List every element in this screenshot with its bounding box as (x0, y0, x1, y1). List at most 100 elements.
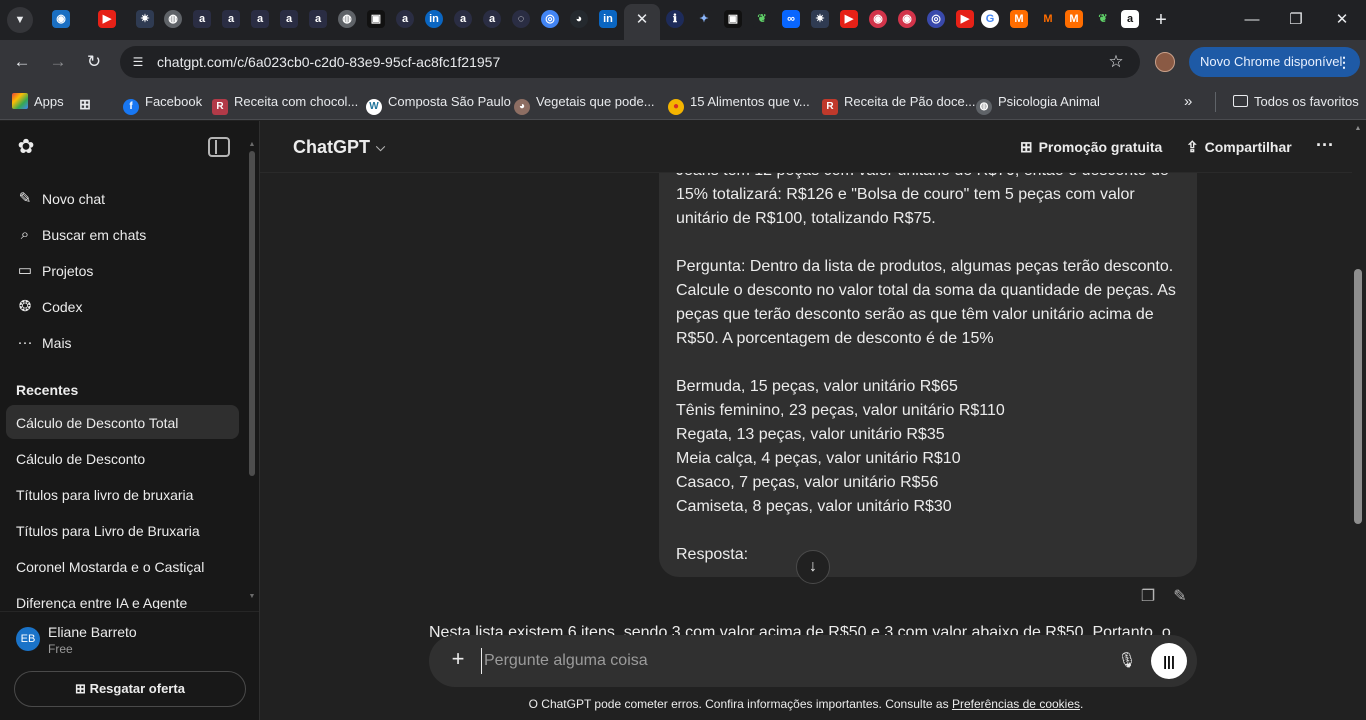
bookmark-composta[interactable]: W Composta São Paulo (366, 92, 511, 115)
a-tab-icon[interactable]: a (309, 10, 327, 28)
folder-icon: ▭ (17, 262, 33, 279)
scroll-up-arrow-icon[interactable]: ▲ (1354, 125, 1362, 133)
parrot-tab-icon[interactable]: ❦ (1094, 10, 1112, 28)
bookmark-facebook[interactable]: f Facebook (123, 92, 202, 115)
sidebar-item-codex[interactable]: ❂ Codex (6, 290, 238, 324)
bookmark-star-icon[interactable]: ☆ (1106, 52, 1126, 72)
more-options-icon[interactable]: ··· (1316, 135, 1334, 156)
add-attachment-icon[interactable]: + (447, 648, 469, 670)
tab-favicon-icon[interactable]: ◉ (52, 10, 70, 28)
recent-chat-item[interactable]: Títulos para livro de bruxaria (6, 477, 239, 511)
back-icon[interactable]: ← (10, 50, 34, 74)
sidebar-scrollbar[interactable]: ▲ ▼ (248, 141, 256, 601)
recent-chat-item[interactable]: Títulos para Livro de Bruxaria (6, 513, 239, 547)
linkedin-tab-icon[interactable]: in (425, 10, 443, 28)
bookmark-vegetais[interactable]: ◕ Vegetais que pode... (514, 92, 655, 115)
recent-chat-item[interactable]: Cálculo de Desconto (6, 441, 239, 475)
site-settings-icon[interactable]: ☰ (130, 54, 146, 70)
tab-favicon-icon[interactable]: ℹ (666, 10, 684, 28)
m-tab-icon[interactable]: M (1065, 10, 1083, 28)
m-tab-icon[interactable]: M (1039, 10, 1057, 28)
a-tab-icon[interactable]: a (193, 10, 211, 28)
sidebar-item-projects[interactable]: ▭ Projetos (6, 254, 238, 288)
chat-scrollbar[interactable]: ▲ (1352, 121, 1366, 720)
sidebar-item-more[interactable]: ··· Mais (6, 326, 238, 360)
linkedin-tab-icon[interactable]: in (599, 10, 617, 28)
recent-chat-item[interactable]: Cálculo de Desconto Total (6, 405, 239, 439)
tab-favicon-icon[interactable]: ◎ (541, 10, 559, 28)
restore-icon[interactable]: ❐ (1284, 8, 1308, 32)
tab-favicon-icon[interactable]: ◌ (512, 10, 530, 28)
bookmark-pao-doce[interactable]: R Receita de Pão doce... (822, 92, 976, 115)
more-bookmarks-icon[interactable]: » (1184, 92, 1192, 112)
a-tab-icon[interactable]: a (251, 10, 269, 28)
chrome-menu-icon[interactable]: ⋮ (1337, 47, 1351, 77)
bookmark-alimentos[interactable]: ● 15 Alimentos que v... (668, 92, 810, 115)
user-name[interactable]: Eliane Barreto (48, 624, 137, 640)
tab-favicon-icon[interactable]: ◎ (927, 10, 945, 28)
tab-favicon-icon[interactable]: ✷ (811, 10, 829, 28)
close-tab-icon[interactable]: ✕ (634, 12, 650, 28)
a-tab-icon[interactable]: a (396, 10, 414, 28)
recent-chat-item[interactable]: Diferença entre IA e Agente (6, 585, 239, 609)
sidebar-scroll-thumb[interactable] (249, 151, 255, 476)
copy-icon[interactable]: ❐ (1138, 587, 1158, 607)
sidebar-item-new-chat[interactable]: ✎ Novo chat (6, 182, 238, 216)
meta-tab-icon[interactable]: ∞ (782, 10, 800, 28)
tab-favicon-icon[interactable]: ◉ (898, 10, 916, 28)
tab-favicon-icon[interactable]: ▣ (724, 10, 742, 28)
bookmark-receita-chocolate[interactable]: R Receita com chocol... (212, 92, 358, 115)
avatar[interactable]: EB (16, 627, 40, 651)
gemini-tab-icon[interactable]: ✦ (695, 10, 713, 28)
minimize-icon[interactable]: — (1240, 8, 1264, 32)
scroll-up-arrow-icon[interactable]: ▲ (248, 141, 256, 149)
new-tab-button[interactable]: + (1150, 9, 1172, 31)
edit-message-icon[interactable]: ✎ (1170, 587, 1190, 607)
forward-icon[interactable]: → (46, 50, 70, 74)
bookmark-apps[interactable]: Apps (12, 92, 64, 112)
voice-mode-button[interactable]: ||| (1151, 643, 1187, 679)
a-tab-icon[interactable]: a (483, 10, 501, 28)
youtube-tab-icon[interactable]: ▶ (98, 10, 116, 28)
github-tab-icon[interactable]: ◕ (570, 10, 588, 28)
close-window-icon[interactable]: ✕ (1330, 8, 1354, 32)
globe-tab-icon[interactable]: ◍ (338, 10, 356, 28)
amazon-tab-icon[interactable]: a (1121, 10, 1139, 28)
url-text[interactable]: chatgpt.com/c/6a023cb0-c2d0-83e9-95cf-ac… (157, 54, 500, 70)
parrot-tab-icon[interactable]: ❦ (753, 10, 771, 28)
scroll-to-bottom-button[interactable]: ↓ (796, 550, 830, 584)
chat-scroll-thumb[interactable] (1354, 269, 1362, 524)
a-tab-icon[interactable]: a (222, 10, 240, 28)
scroll-down-arrow-icon[interactable]: ▼ (248, 593, 256, 601)
microphone-icon[interactable]: 🎙 (1117, 649, 1137, 673)
a-tab-icon[interactable]: a (280, 10, 298, 28)
profile-avatar[interactable] (1155, 52, 1175, 72)
free-promo-button[interactable]: ⊞ Promoção gratuita (1020, 138, 1162, 156)
reload-icon[interactable]: ↻ (82, 50, 106, 74)
tab-search-chevron-icon[interactable]: ▼ (7, 7, 33, 33)
youtube-tab-icon[interactable]: ▶ (956, 10, 974, 28)
model-selector[interactable]: ChatGPT ⌵ (293, 137, 385, 158)
google-tab-icon[interactable]: G (981, 10, 999, 28)
bookmark-all-favorites[interactable]: Todos os favoritos (1233, 92, 1359, 112)
tab-favicon-icon[interactable]: ◉ (869, 10, 887, 28)
share-button[interactable]: ⇪ Compartilhar (1186, 138, 1292, 156)
openai-logo-icon[interactable]: ✿ (14, 135, 38, 159)
tab-favicon-icon[interactable]: ▣ (367, 10, 385, 28)
prompt-input[interactable] (481, 648, 1101, 674)
bookmark-psicologia[interactable]: ◍ Psicologia Animal (976, 92, 1100, 115)
toggle-sidebar-icon[interactable] (208, 137, 230, 157)
recent-chat-item[interactable]: Coronel Mostarda e o Castiçal (6, 549, 239, 583)
tab-favicon-icon[interactable]: ✷ (136, 10, 154, 28)
a-tab-icon[interactable]: a (454, 10, 472, 28)
m-tab-icon[interactable]: M (1010, 10, 1028, 28)
address-bar[interactable]: ☰ chatgpt.com/c/6a023cb0-c2d0-83e9-95cf-… (120, 46, 1140, 78)
youtube-tab-icon[interactable]: ▶ (840, 10, 858, 28)
cookie-preferences-link[interactable]: Preferências de cookies (952, 697, 1080, 711)
globe-tab-icon[interactable]: ◍ (164, 10, 182, 28)
sidebar-item-search-chats[interactable]: ⌕ Buscar em chats (6, 218, 238, 252)
active-tab[interactable]: ✕ (624, 4, 660, 40)
claim-offer-button[interactable]: ⊞ Resgatar oferta (14, 671, 246, 707)
bookmark-grid[interactable]: ⊞ (77, 92, 99, 112)
update-chrome-button[interactable]: Novo Chrome disponível ⋮ (1189, 47, 1360, 77)
